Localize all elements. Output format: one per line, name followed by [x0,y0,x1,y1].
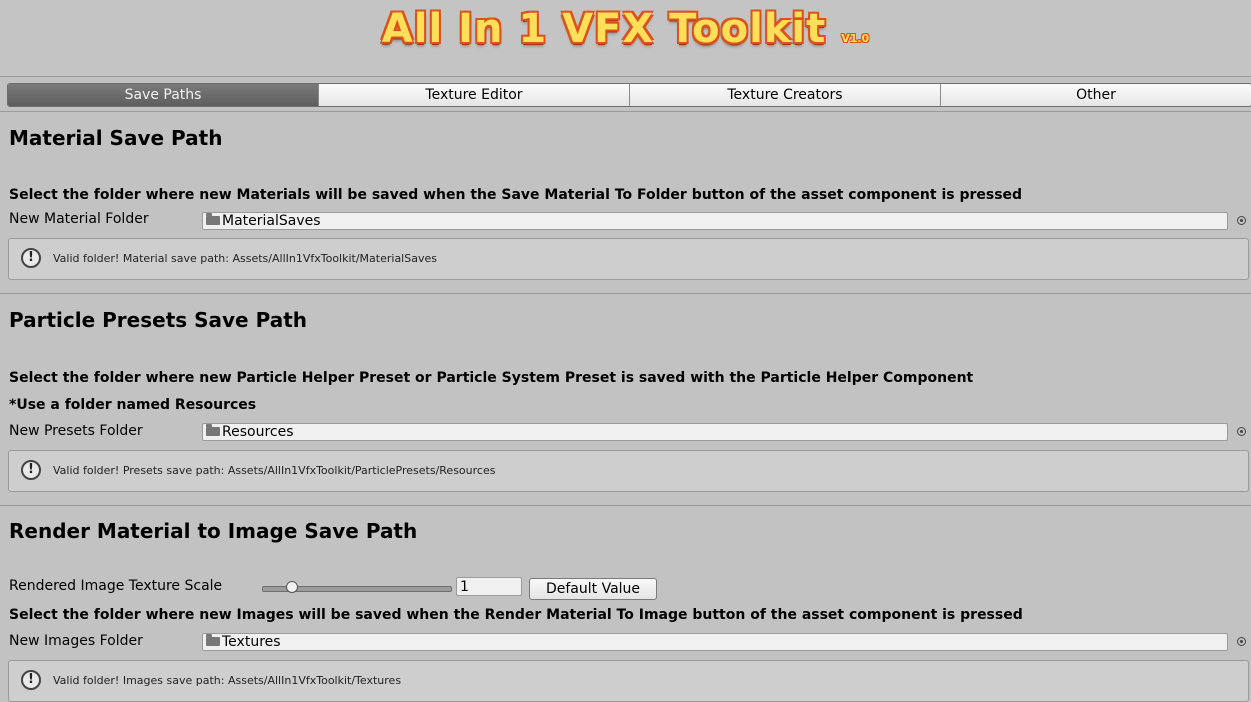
scale-value-field[interactable]: 1 [456,577,522,596]
app-title: All In 1 VFX Toolkit V1.0 [0,6,1251,52]
scale-slider-thumb[interactable] [286,581,298,593]
folder-icon [206,212,220,225]
app-version: V1.0 [841,32,870,45]
material-folder-field[interactable]: MaterialSaves [202,212,1228,230]
tab-save-paths[interactable]: Save Paths [8,84,318,106]
divider [0,505,1251,506]
object-picker-icon[interactable] [1237,637,1246,646]
material-help-text: Valid folder! Material save path: Assets… [53,252,437,265]
divider [0,293,1251,294]
presets-description: Select the folder where new Particle Hel… [9,370,974,386]
images-help-text: Valid folder! Images save path: Assets/A… [53,674,402,687]
banner: All In 1 VFX Toolkit V1.0 [0,0,1251,77]
material-folder-value: MaterialSaves [222,213,321,229]
tab-other[interactable]: Other [940,84,1251,106]
presets-folder-label: New Presets Folder [9,423,143,439]
material-folder-label: New Material Folder [9,211,149,227]
folder-icon [206,423,220,436]
object-picker-icon[interactable] [1237,216,1246,225]
folder-icon [206,633,220,646]
presets-help-text: Valid folder! Presets save path: Assets/… [53,464,496,477]
images-folder-field[interactable]: Textures [202,633,1228,651]
render-heading: Render Material to Image Save Path [9,519,418,543]
info-icon: ! [21,248,41,268]
render-description: Select the folder where new Images will … [9,607,1023,623]
tab-texture-creators[interactable]: Texture Creators [629,84,940,106]
default-value-button[interactable]: Default Value [529,578,657,600]
presets-note: *Use a folder named Resources [9,397,257,413]
scale-label: Rendered Image Texture Scale [9,578,223,594]
app-title-text: All In 1 VFX Toolkit [381,6,827,52]
presets-folder-value: Resources [222,424,294,440]
images-folder-value: Textures [222,634,281,650]
images-folder-label: New Images Folder [9,633,143,649]
presets-folder-field[interactable]: Resources [202,423,1228,441]
material-help-box: ! Valid folder! Material save path: Asse… [8,238,1249,280]
presets-help-box: ! Valid folder! Presets save path: Asset… [8,450,1249,492]
presets-heading: Particle Presets Save Path [9,308,307,332]
info-icon: ! [21,670,41,690]
tab-bar: Save Paths Texture Editor Texture Creato… [7,83,1251,107]
material-description: Select the folder where new Materials wi… [9,187,1023,203]
material-heading: Material Save Path [9,126,223,150]
tab-texture-editor[interactable]: Texture Editor [318,84,629,106]
info-icon: ! [21,460,41,480]
divider [0,111,1251,112]
object-picker-icon[interactable] [1237,427,1246,436]
images-help-box: ! Valid folder! Images save path: Assets… [8,660,1249,702]
